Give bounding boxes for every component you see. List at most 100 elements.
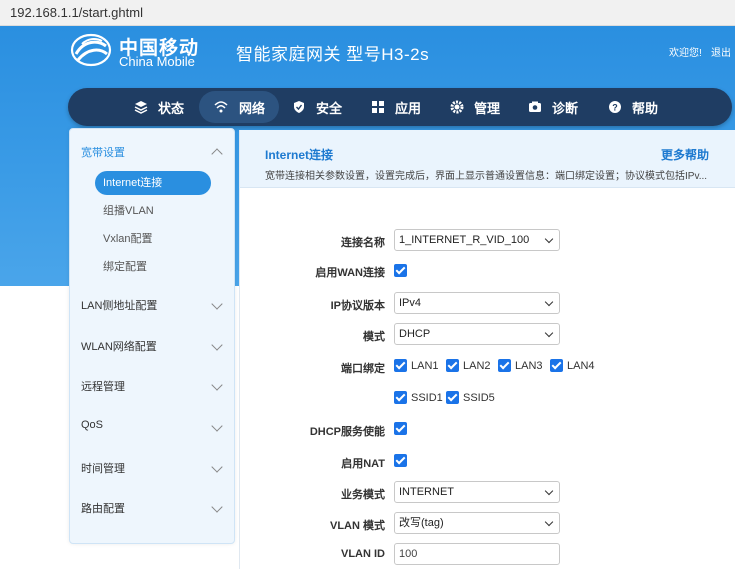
vlan-id-label: VLAN ID (341, 548, 385, 560)
lan1-label: LAN1 (411, 360, 439, 372)
select-value: 1_INTERNET_R_VID_100 (399, 234, 530, 246)
chevron-down-icon (544, 328, 554, 338)
dhcp-server-label: DHCP服务使能 (309, 426, 385, 438)
connection-name-label: 连接名称 (341, 237, 385, 249)
shield-icon (294, 101, 304, 113)
select-value: INTERNET (399, 486, 454, 498)
dhcp-server-checkbox[interactable] (394, 422, 407, 435)
nav-label: 安全 (316, 100, 343, 116)
browser-url-bar[interactable]: 192.168.1.1/start.ghtml (0, 0, 735, 26)
nav-label: 帮助 (632, 100, 659, 116)
china-mobile-logo-icon (70, 33, 112, 67)
sidebar-group-label: 路由配置 (81, 503, 125, 515)
nav-label: 管理 (474, 100, 501, 116)
chevron-down-icon (211, 420, 223, 432)
page-title: Internet连接 (265, 148, 334, 162)
layers-icon (134, 101, 148, 114)
sidebar-item-multicast-vlan[interactable]: 组播VLAN (95, 199, 211, 223)
select-value: IPv4 (399, 297, 422, 309)
camera-icon (529, 101, 541, 112)
lan3-label: LAN3 (515, 360, 543, 372)
sidebar-group-broadband[interactable]: 宽带设置 (81, 144, 223, 160)
nav-security[interactable]: 安全 (292, 88, 342, 126)
grid-icon (372, 101, 384, 113)
gear-icon (450, 100, 464, 114)
chevron-down-icon (544, 517, 554, 527)
nav-apps[interactable]: 应用 (371, 88, 421, 126)
main-nav: 状态 网络 安全 应用 管理 诊断 ? 帮助 (68, 88, 732, 126)
sidebar-group-wlan[interactable]: WLAN网络配置 (81, 338, 223, 354)
chevron-down-icon (211, 461, 223, 473)
chevron-down-icon (211, 379, 223, 391)
gateway-title: 智能家庭网关 型号H3-2s (236, 45, 430, 64)
enable-nat-label: 启用NAT (341, 458, 385, 470)
ip-version-label: IP协议版本 (330, 300, 385, 312)
sidebar-group-label: WLAN网络配置 (81, 341, 157, 353)
mode-select[interactable]: DHCP (394, 323, 560, 345)
sidebar-group-label: QoS (81, 419, 104, 431)
ip-version-select[interactable]: IPv4 (394, 292, 560, 314)
chevron-down-icon (544, 486, 554, 496)
sidebar-group-lan[interactable]: LAN侧地址配置 (81, 297, 223, 313)
connection-name-select[interactable]: 1_INTERNET_R_VID_100 (394, 229, 560, 251)
enable-wan-checkbox[interactable] (394, 264, 407, 277)
sidebar-item-internet[interactable]: Internet连接 (95, 171, 211, 195)
sidebar-group-routing[interactable]: 路由配置 (81, 500, 223, 516)
nav-label: 网络 (239, 100, 266, 116)
sidebar-item-vxlan[interactable]: Vxlan配置 (95, 227, 211, 251)
service-mode-label: 业务模式 (341, 489, 385, 501)
sidebar-group-label: 远程管理 (81, 381, 125, 393)
lan2-checkbox[interactable] (446, 359, 459, 372)
service-mode-select[interactable]: INTERNET (394, 481, 560, 503)
lan1-checkbox[interactable] (394, 359, 407, 372)
page-description: 宽带连接相关参数设置，设置完成后，界面上显示普通设置信息：端口绑定设置；协议模式… (265, 171, 708, 182)
port-binding-label: 端口绑定 (341, 363, 385, 375)
ssid1-checkbox[interactable] (394, 391, 407, 404)
chevron-down-icon (211, 339, 223, 351)
nav-label: 应用 (395, 100, 422, 116)
chevron-down-icon (211, 501, 223, 513)
mode-label: 模式 (363, 331, 385, 343)
nav-help[interactable]: ? 帮助 (608, 88, 658, 126)
lan4-checkbox[interactable] (550, 359, 563, 372)
vlan-id-input[interactable]: 100 (394, 543, 560, 565)
select-value: DHCP (399, 328, 431, 340)
wifi-icon (214, 101, 228, 113)
sidebar-group-label: 时间管理 (81, 463, 125, 475)
content-panel: Internet连接 更多帮助 宽带连接相关参数设置，设置完成后，界面上显示普通… (239, 130, 735, 569)
sidebar-group-remote[interactable]: 远程管理 (81, 378, 223, 394)
enable-wan-label: 启用WAN连接 (315, 267, 385, 279)
lan4-label: LAN4 (567, 360, 595, 372)
svg-text:?: ? (612, 103, 618, 113)
welcome-text: 欢迎您! (669, 48, 702, 59)
chevron-up-icon (211, 148, 223, 160)
sidebar-item-binding[interactable]: 绑定配置 (95, 255, 211, 279)
content-header: Internet连接 更多帮助 宽带连接相关参数设置，设置完成后，界面上显示普通… (240, 130, 735, 188)
sidebar-group-qos[interactable]: QoS (81, 419, 223, 432)
nav-manage[interactable]: 管理 (450, 88, 500, 126)
nav-status[interactable]: 状态 (134, 88, 184, 126)
sidebar-group-label: LAN侧地址配置 (81, 300, 158, 312)
help-icon: ? (609, 101, 621, 113)
ssid5-label: SSID5 (463, 392, 495, 404)
lan2-label: LAN2 (463, 360, 491, 372)
vlan-mode-select[interactable]: 改写(tag) (394, 512, 560, 534)
select-value: 改写(tag) (399, 517, 444, 529)
sidebar-group-time[interactable]: 时间管理 (81, 460, 223, 476)
lan3-checkbox[interactable] (498, 359, 511, 372)
nav-network[interactable]: 网络 (199, 91, 280, 123)
more-help-link[interactable]: 更多帮助 (661, 146, 709, 163)
sidebar-group-label: 宽带设置 (81, 147, 125, 159)
brand-name-en: China Mobile (119, 54, 195, 69)
chevron-down-icon (544, 234, 554, 244)
nav-label: 诊断 (552, 100, 579, 116)
ssid5-checkbox[interactable] (446, 391, 459, 404)
url-text[interactable]: 192.168.1.1/start.ghtml (10, 5, 143, 20)
chevron-down-icon (544, 297, 554, 307)
logout-link[interactable]: 退出 (711, 44, 731, 59)
nav-diagnostics[interactable]: 诊断 (528, 88, 578, 126)
nav-label: 状态 (158, 100, 185, 116)
ssid1-label: SSID1 (411, 392, 443, 404)
sidebar: 宽带设置 Internet连接 组播VLAN Vxlan配置 绑定配置 LAN侧… (69, 128, 235, 544)
enable-nat-checkbox[interactable] (394, 454, 407, 467)
